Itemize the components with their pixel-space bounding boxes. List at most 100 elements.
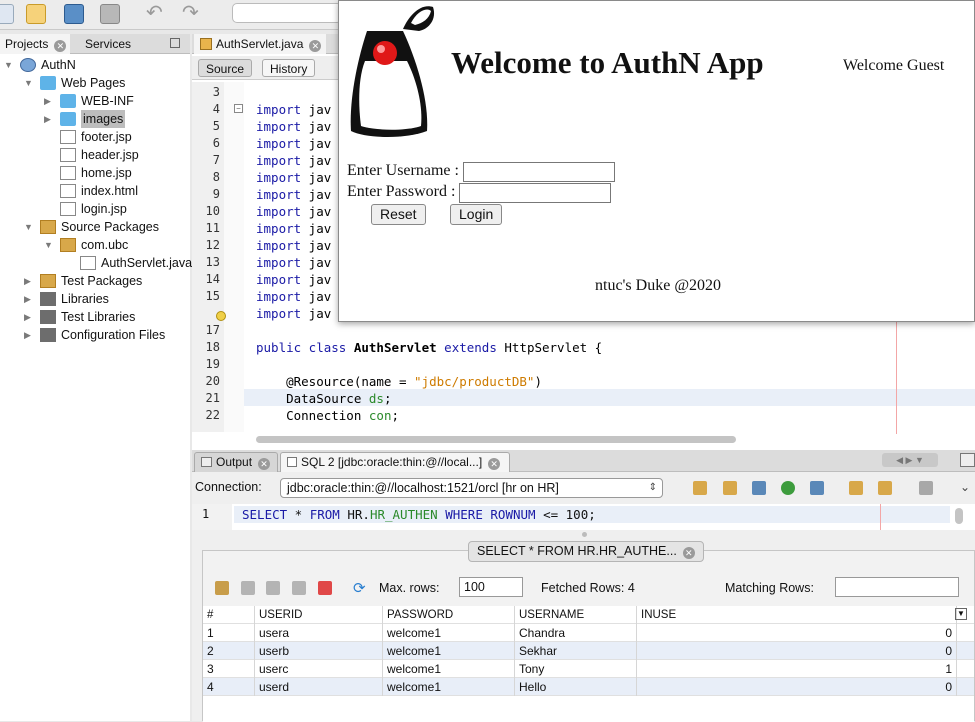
code-line[interactable]: DataSource ds; (256, 390, 391, 407)
tree-item[interactable]: header.jsp (0, 146, 190, 164)
tab-sql2[interactable]: SQL 2 [jdbc:oracle:thin:@//local...] ✕ (280, 452, 510, 472)
toolbar-search-input[interactable] (232, 3, 342, 23)
code-line[interactable]: import jav (256, 135, 331, 152)
code-line[interactable]: import jav (256, 203, 331, 220)
undo-icon[interactable]: ↶ (146, 3, 166, 24)
code-line[interactable]: import jav (256, 305, 331, 322)
tree-item[interactable]: ▶ Test Packages (0, 272, 190, 290)
password-input[interactable] (459, 183, 611, 203)
history-icon[interactable] (781, 481, 795, 495)
tab-scroll-arrows-icon[interactable]: ◀ ▶ ▼ (882, 453, 938, 467)
collapse-icon[interactable]: ▼ (24, 79, 33, 88)
matching-rows-input[interactable] (835, 577, 959, 597)
username-input[interactable] (463, 162, 615, 182)
code-line[interactable]: import jav (256, 101, 331, 118)
tree-item[interactable]: ▼ AuthN (0, 56, 190, 74)
select-connection-icon[interactable] (752, 481, 766, 495)
column-header[interactable]: PASSWORD (383, 606, 515, 624)
run-sql-icon[interactable] (693, 481, 707, 495)
tree-item[interactable]: ▼ com.ubc (0, 236, 190, 254)
close-icon[interactable]: ✕ (488, 458, 501, 470)
tree-item[interactable]: ▼ Source Packages (0, 218, 190, 236)
hint-bulb-icon[interactable] (216, 311, 226, 321)
tab-projects[interactable]: Projects ✕ (0, 34, 70, 54)
collapse-icon[interactable]: ▼ (4, 61, 13, 70)
next-icon[interactable] (878, 481, 892, 495)
tree-item[interactable]: ▶ Configuration Files (0, 326, 190, 344)
tree-item[interactable]: home.jsp (0, 164, 190, 182)
tab-services[interactable]: Services (80, 34, 170, 54)
code-line[interactable]: public class AuthServlet extends HttpSer… (256, 339, 602, 356)
run-statement-icon[interactable] (723, 481, 737, 495)
tree-item[interactable]: index.html (0, 182, 190, 200)
save-all-icon[interactable] (100, 4, 120, 24)
tree-item[interactable]: ▶ Test Libraries (0, 308, 190, 326)
tree-item[interactable]: ▶ images (0, 110, 190, 128)
open-project-icon[interactable] (64, 4, 84, 24)
maximize-icon[interactable] (960, 453, 975, 467)
bookmark-icon[interactable] (810, 481, 824, 495)
column-header[interactable]: USERNAME (515, 606, 637, 624)
expand-icon[interactable]: ▶ (24, 331, 32, 340)
tree-item[interactable]: ▶ Libraries (0, 290, 190, 308)
splitter-handle[interactable] (582, 532, 587, 537)
code-line[interactable]: import jav (256, 288, 331, 305)
code-line[interactable]: Connection con; (256, 407, 399, 424)
sql-scrollbar[interactable] (955, 508, 963, 524)
tree-item[interactable]: AuthServlet.java (0, 254, 192, 272)
new-file-icon[interactable] (0, 4, 14, 24)
expand-icon[interactable]: ▶ (24, 313, 32, 322)
collapse-icon[interactable]: ▼ (24, 223, 33, 232)
close-icon[interactable]: ✕ (682, 547, 695, 559)
history-button[interactable]: History (262, 59, 316, 77)
table-row[interactable]: 2 userb welcome1 Sekhar 0 (203, 642, 974, 660)
tree-item[interactable]: ▶ WEB-INF (0, 92, 190, 110)
fold-toggle-icon[interactable]: − (234, 104, 243, 113)
sql-editor[interactable]: 1 SELECT * FROM HR.HR_AUTHEN WHERE ROWNU… (192, 504, 975, 530)
refresh-icon[interactable]: ⟳ (353, 579, 366, 597)
cancel-edits-icon[interactable] (292, 581, 306, 595)
truncate-table-icon[interactable] (318, 581, 332, 595)
column-chooser-icon[interactable]: ▼ (955, 608, 967, 620)
tab-output[interactable]: Output ✕ (194, 452, 278, 472)
login-button[interactable]: Login (450, 204, 503, 225)
previous-icon[interactable] (849, 481, 863, 495)
column-header[interactable]: INUSE (637, 606, 957, 624)
code-line[interactable]: import jav (256, 186, 331, 203)
table-row[interactable]: 3 userc welcome1 Tony 1 (203, 660, 974, 678)
insert-record-icon[interactable] (215, 581, 229, 595)
tree-item[interactable]: ▼ Web Pages (0, 74, 190, 92)
code-line[interactable]: import jav (256, 118, 331, 135)
redo-icon[interactable]: ↷ (182, 3, 202, 24)
source-button[interactable]: Source (198, 59, 253, 77)
expand-icon[interactable]: ▶ (24, 277, 32, 286)
column-header[interactable]: # (203, 606, 255, 624)
code-line[interactable]: import jav (256, 220, 331, 237)
result-tab[interactable]: SELECT * FROM HR.HR_AUTHE... ✕ (468, 541, 704, 562)
tree-item[interactable]: footer.jsp (0, 128, 190, 146)
expand-icon[interactable]: ▶ (24, 295, 32, 304)
expand-icon[interactable]: ▶ (44, 97, 52, 106)
close-icon[interactable]: ✕ (258, 458, 271, 470)
close-icon[interactable]: ✕ (54, 40, 67, 52)
tab-authservlet[interactable]: AuthServlet.java ✕ (194, 34, 326, 54)
tree-item[interactable]: login.jsp (0, 200, 190, 218)
delete-record-icon[interactable] (241, 581, 255, 595)
editor-horizontal-scrollbar[interactable] (256, 436, 736, 443)
code-line[interactable]: import jav (256, 254, 331, 271)
code-line[interactable]: import jav (256, 152, 331, 169)
minimize-icon[interactable] (170, 38, 180, 48)
close-icon[interactable]: ✕ (309, 40, 322, 52)
column-header[interactable]: USERID (255, 606, 383, 624)
format-icon[interactable] (919, 481, 933, 495)
code-line[interactable]: import jav (256, 169, 331, 186)
collapse-icon[interactable]: ▼ (44, 241, 53, 250)
reset-button[interactable]: Reset (371, 204, 426, 225)
overflow-chevron-icon[interactable]: ⌄ (960, 480, 970, 494)
new-project-icon[interactable] (26, 4, 46, 24)
expand-icon[interactable]: ▶ (44, 115, 52, 124)
max-rows-input[interactable]: 100 (459, 577, 523, 597)
code-line[interactable]: import jav (256, 237, 331, 254)
table-row[interactable]: 1 usera welcome1 Chandra 0 (203, 624, 974, 642)
code-line[interactable]: import jav (256, 271, 331, 288)
